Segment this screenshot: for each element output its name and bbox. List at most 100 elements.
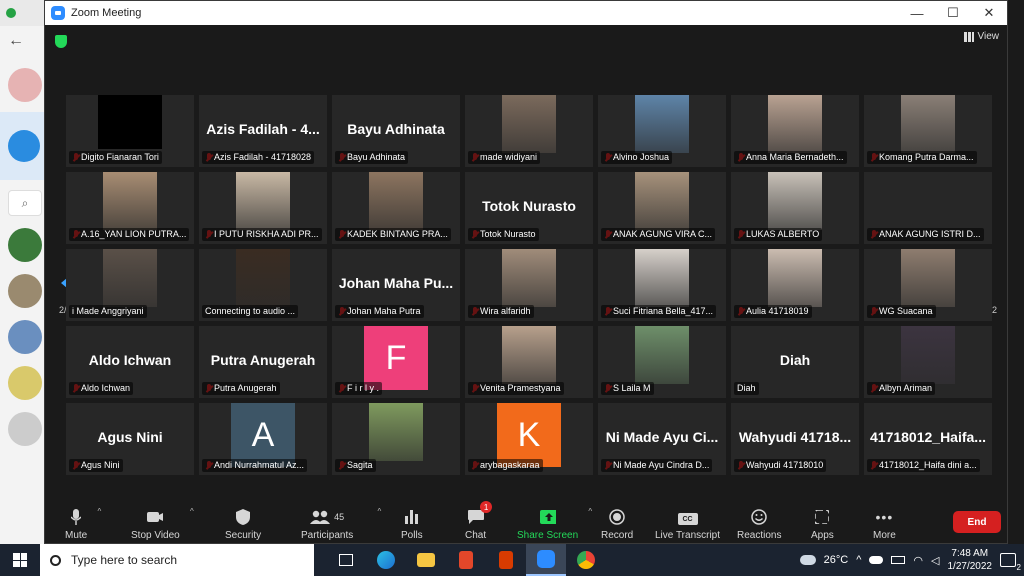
participant-tile[interactable]: ANAK AGUNG VIRA C... (598, 172, 726, 244)
reactions-button[interactable]: Reactions (737, 501, 781, 541)
participant-tile[interactable]: S Laila M (598, 326, 726, 398)
participant-name-caption: Wahyudi 41718010 (734, 459, 827, 472)
participant-name-caption: arybagaskaraa (468, 459, 543, 472)
chevron-up-icon[interactable]: ^ (588, 507, 592, 516)
participant-name-caption: 41718012_Haifa dini a... (867, 459, 980, 472)
avatar[interactable] (8, 228, 42, 262)
more-button[interactable]: ••• More (873, 501, 896, 541)
weather-cloud-icon[interactable] (799, 555, 816, 565)
encryption-shield-icon[interactable] (55, 35, 67, 48)
chevron-up-icon[interactable]: ^ (190, 507, 194, 516)
security-button[interactable]: Security (225, 501, 261, 541)
clock[interactable]: 7:48 AM 1/27/2022 (948, 547, 993, 573)
search-icon (50, 554, 61, 566)
apps-button[interactable]: Apps (811, 501, 834, 541)
onedrive-cloud-icon[interactable] (869, 556, 884, 564)
chevron-up-icon[interactable]: ^ (377, 507, 381, 516)
mute-button[interactable]: Mute ^ (65, 501, 101, 541)
file-explorer-icon[interactable] (406, 544, 446, 576)
participant-tile[interactable]: Diah Diah (731, 326, 859, 398)
avatar[interactable] (8, 366, 42, 400)
participant-tile[interactable]: ANAK AGUNG ISTRI D... (864, 172, 992, 244)
participant-tile[interactable]: I PUTU RISKHA ADI PR... (199, 172, 327, 244)
minimize-button[interactable]: — (899, 6, 935, 21)
participant-tile[interactable]: Wira alfaridh (465, 249, 593, 321)
chevron-up-icon[interactable]: ^ (97, 507, 101, 516)
gallery-row: Agus Nini Agus Nini A Andi Nurrahmatul Az..… (66, 403, 992, 475)
participant-tile[interactable]: Wahyudi 41718... Wahyudi 41718010 (731, 403, 859, 475)
participant-tile[interactable]: WG Suacana (864, 249, 992, 321)
system-tray: 26°C ^ ◠ ◁ 7:48 AM 1/27/2022 2 (799, 544, 1024, 576)
share-screen-button[interactable]: Share Screen ^ (517, 501, 592, 541)
participant-tile[interactable]: Sagita (332, 403, 460, 475)
participant-tile[interactable]: Anna Maria Bernadeth... (731, 95, 859, 167)
task-view-icon[interactable] (326, 544, 366, 576)
muted-notification-tile[interactable] (0, 112, 48, 180)
back-arrow-icon[interactable]: ← (0, 26, 47, 56)
avatar[interactable] (8, 68, 42, 102)
wifi-icon[interactable]: ◠ (913, 554, 923, 567)
participant-tile[interactable]: Azis Fadilah - 4... Azis Fadilah - 417180… (199, 95, 327, 167)
participant-tile[interactable]: made widiyani (465, 95, 593, 167)
start-button[interactable] (0, 544, 40, 576)
participant-tile[interactable]: Karybagaskaraa (465, 403, 593, 475)
participant-tile[interactable]: Digito Fianaran Tori (66, 95, 194, 167)
participant-tile[interactable]: A.16_YAN LION PUTRA... (66, 172, 194, 244)
avatar[interactable] (8, 274, 42, 308)
close-button[interactable]: ✕ (971, 5, 1007, 21)
participant-display-name: Ni Made Ayu Ci... (605, 429, 719, 445)
participant-tile[interactable]: Albyn Ariman (864, 326, 992, 398)
participant-tile[interactable]: Aldo Ichwan Aldo Ichwan (66, 326, 194, 398)
participant-display-name: Totok Nurasto (482, 198, 576, 214)
participant-tile[interactable]: Johan Maha Pu... Johan Maha Putra (332, 249, 460, 321)
notification-center-icon[interactable]: 2 (1000, 553, 1021, 572)
participant-tile[interactable]: Alvino Joshua (598, 95, 726, 167)
participant-tile[interactable]: Ni Made Ayu Ci... Ni Made Ayu Cindra D... (598, 403, 726, 475)
participant-tile[interactable]: i Made Anggriyani (66, 249, 194, 321)
view-label: View (977, 31, 1000, 42)
search-icon[interactable]: ⌕ (8, 190, 42, 216)
taskbar-search-box[interactable]: Type here to search (40, 544, 314, 576)
stop-video-button[interactable]: Stop Video ^ (131, 501, 194, 541)
participant-tile[interactable]: Putra Anugerah Putra Anugerah (199, 326, 327, 398)
participant-tile[interactable]: FF i r l y . (332, 326, 460, 398)
volume-icon[interactable]: ◁ (931, 554, 939, 567)
participant-tile[interactable]: A Andi Nurrahmatul Az... (199, 403, 327, 475)
live-transcript-button[interactable]: CC Live Transcript (655, 501, 720, 541)
office-icon[interactable] (446, 544, 486, 576)
participant-tile[interactable]: Suci Fitriana Bella_417... (598, 249, 726, 321)
chat-button[interactable]: Chat 1 (465, 501, 493, 541)
participants-icon: 45 (309, 509, 345, 525)
taskbar-search-placeholder: Type here to search (71, 553, 178, 567)
participant-tile[interactable]: Aulia 41718019 (731, 249, 859, 321)
apps-icon (814, 509, 830, 525)
chevron-up-icon[interactable]: ^ (856, 554, 861, 566)
weather-temperature[interactable]: 26°C (824, 554, 849, 566)
polls-button[interactable]: Polls (401, 501, 423, 541)
participant-tile[interactable]: Venita Pramestyana (465, 326, 593, 398)
participant-tile[interactable]: Totok Nurasto Totok Nurasto (465, 172, 593, 244)
battery-icon[interactable] (891, 556, 906, 564)
participant-tile[interactable]: Agus Nini Agus Nini (66, 403, 194, 475)
end-meeting-button[interactable]: End (953, 511, 1001, 533)
stop-video-label: Stop Video (131, 530, 180, 541)
record-button[interactable]: Record (601, 501, 633, 541)
maximize-button[interactable]: ☐ (935, 5, 971, 21)
avatar[interactable] (8, 320, 42, 354)
view-button[interactable]: View (963, 31, 1000, 42)
share-screen-icon (539, 509, 556, 525)
participants-button[interactable]: 45 Participants ^ (301, 501, 381, 541)
zoom-taskbar-icon[interactable] (526, 544, 566, 576)
office-icon[interactable] (486, 544, 526, 576)
participant-tile[interactable]: LUKAS ALBERTO (731, 172, 859, 244)
participant-tile[interactable]: 41718012_Haifa... 41718012_Haifa dini a..… (864, 403, 992, 475)
chrome-icon[interactable] (566, 544, 606, 576)
participant-tile[interactable]: Komang Putra Darma... (864, 95, 992, 167)
participant-tile[interactable]: KADEK BINTANG PRA... (332, 172, 460, 244)
edge-browser-icon[interactable] (366, 544, 406, 576)
participant-tile[interactable]: Connecting to audio ... (199, 249, 327, 321)
participant-name-caption: Komang Putra Darma... (867, 151, 977, 164)
clock-time: 7:48 AM (951, 548, 989, 559)
avatar[interactable] (8, 412, 42, 446)
participant-tile[interactable]: Bayu Adhinata Bayu Adhinata (332, 95, 460, 167)
